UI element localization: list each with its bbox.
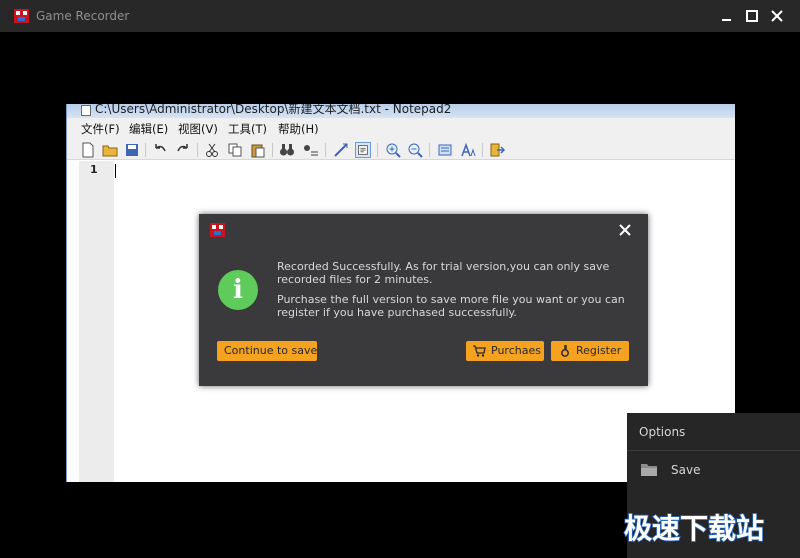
save-disk-icon[interactable] (124, 142, 140, 158)
line-number-gutter: 1 (79, 161, 114, 482)
register-label: Register (576, 344, 622, 357)
zoom-in-icon[interactable] (385, 142, 401, 158)
continue-to-save-label: Continue to save (224, 344, 318, 357)
options-title: Options (639, 425, 686, 439)
toolbar-separator (197, 143, 198, 157)
site-watermark: 极速下载站 (623, 511, 765, 546)
continue-to-save-button[interactable]: Continue to save (217, 341, 317, 361)
toolbar-separator (272, 143, 273, 157)
menu-edit[interactable]: 编辑(E) (129, 121, 168, 137)
register-button[interactable]: Register (551, 341, 629, 361)
paste-icon[interactable] (250, 142, 266, 158)
scheme-icon[interactable] (437, 142, 453, 158)
toolbar-separator (145, 143, 146, 157)
cart-icon (473, 345, 486, 357)
open-folder-icon[interactable] (102, 142, 118, 158)
menu-view[interactable]: 视图(V) (178, 121, 218, 137)
find-binoculars-icon[interactable] (279, 142, 295, 158)
toolbar-separator (482, 143, 483, 157)
view-toggle-icon[interactable] (355, 142, 371, 158)
trial-limit-dialog: i Recorded Successfully. As for trial ve… (199, 214, 648, 386)
line-number: 1 (90, 163, 98, 176)
notepad-title-bar: C:\Users\Administrator\Desktop\新建文本文档.tx… (67, 104, 735, 118)
text-caret (115, 164, 116, 178)
new-file-icon[interactable] (80, 142, 96, 158)
undo-icon[interactable] (152, 142, 168, 158)
menu-tools[interactable]: 工具(T) (228, 121, 267, 137)
notepad-toolbar (67, 140, 735, 160)
minimize-icon[interactable] (719, 8, 735, 24)
cut-icon[interactable] (204, 142, 220, 158)
folder-icon (641, 464, 657, 476)
exit-icon[interactable] (489, 142, 505, 158)
copy-icon[interactable] (227, 142, 243, 158)
menu-file[interactable]: 文件(F) (81, 121, 120, 137)
window-title: Game Recorder (36, 9, 130, 23)
title-bar[interactable]: Game Recorder (0, 0, 800, 32)
svg-text:极速下载站: 极速下载站 (624, 512, 764, 545)
info-success-icon: i (218, 270, 258, 310)
options-divider (627, 450, 800, 451)
key-icon (561, 345, 569, 357)
game-recorder-window: Game Recorder C:\Users\Administrator\Des… (0, 0, 800, 558)
save-menu-item[interactable]: Save (627, 459, 800, 481)
purchase-label: Purchaes (491, 344, 541, 357)
app-logo-icon (14, 9, 29, 23)
menu-help[interactable]: 帮助(H) (278, 121, 319, 137)
dialog-close-icon[interactable] (617, 222, 633, 238)
zoom-out-icon[interactable] (407, 142, 423, 158)
redo-icon[interactable] (175, 142, 191, 158)
toolbar-separator (325, 143, 326, 157)
purchase-button[interactable]: Purchaes (466, 341, 544, 361)
close-icon[interactable] (769, 8, 785, 24)
app-logo-icon (210, 223, 225, 237)
document-icon (81, 105, 91, 116)
replace-icon[interactable] (303, 142, 319, 158)
dialog-message-recorded: Recorded Successfully. As for trial vers… (277, 260, 610, 286)
font-icon[interactable] (460, 142, 476, 158)
toolbar-separator (429, 143, 430, 157)
editor-margin (67, 161, 79, 482)
toolbar-separator (377, 143, 378, 157)
save-label: Save (671, 463, 701, 477)
dialog-message-purchase: Purchase the full version to save more f… (277, 293, 625, 319)
notepad-menu-bar: 文件(F) 编辑(E) 视图(V) 工具(T) 帮助(H) (67, 118, 735, 140)
notepad-title: C:\Users\Administrator\Desktop\新建文本文档.tx… (95, 104, 452, 116)
maximize-icon[interactable] (744, 8, 760, 24)
word-wrap-icon[interactable] (333, 142, 349, 158)
